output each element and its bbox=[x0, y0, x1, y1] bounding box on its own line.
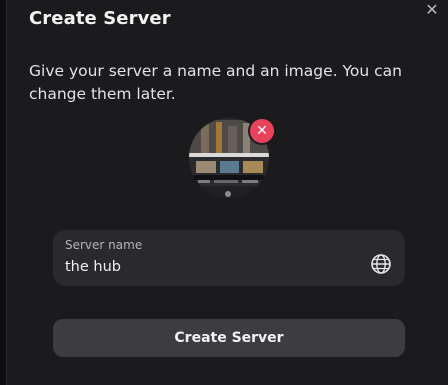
remove-image-button[interactable]: ✕ bbox=[250, 119, 274, 143]
close-icon[interactable]: ✕ bbox=[424, 2, 440, 18]
globe-icon[interactable] bbox=[369, 252, 393, 276]
server-name-label: Server name bbox=[65, 238, 143, 252]
dialog-description: Give your server a name and an image. Yo… bbox=[29, 62, 402, 103]
server-name-field[interactable]: Server name bbox=[53, 230, 405, 286]
dialog-title: Create Server bbox=[29, 8, 171, 29]
close-icon: ✕ bbox=[256, 123, 268, 139]
create-server-button[interactable]: Create Server bbox=[53, 319, 405, 357]
server-image-picker[interactable]: ✕ bbox=[189, 118, 274, 198]
create-server-dialog: Create Server ✕ Give your server a name … bbox=[6, 0, 448, 385]
server-name-input[interactable] bbox=[65, 257, 355, 277]
